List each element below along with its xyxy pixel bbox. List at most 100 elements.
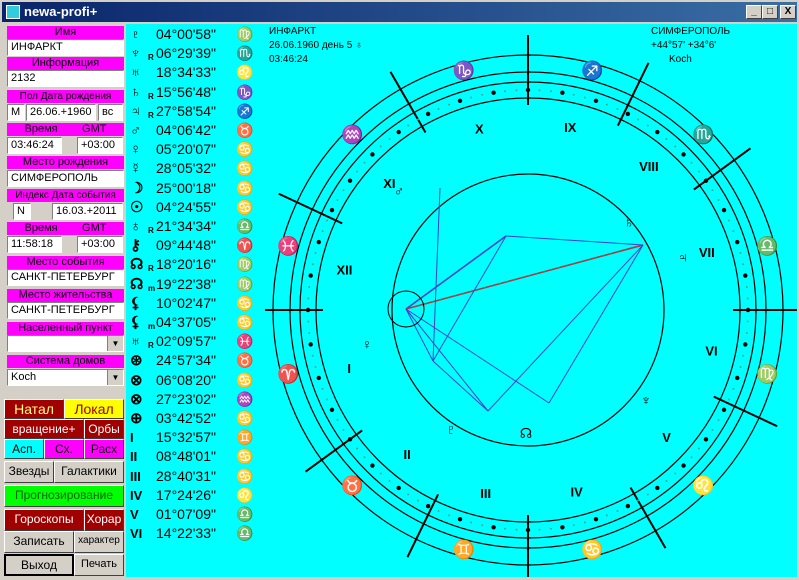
degree-dot [342, 428, 345, 431]
exit-button[interactable]: Выход [4, 554, 74, 576]
degree-dot [308, 342, 313, 347]
weekday-field[interactable]: вс [98, 104, 123, 121]
degree-dot [743, 273, 748, 278]
planet-row: ☽ 25°00'18" ♋ [126, 179, 265, 198]
retrograde-tag: R [148, 53, 154, 63]
index-field[interactable]: N [13, 203, 31, 220]
horary-button[interactable]: Хорар [84, 509, 124, 531]
degree-dot [329, 407, 335, 413]
degree-dot [363, 161, 366, 164]
event-time-field[interactable]: 11:58:18 [7, 236, 62, 253]
chart-wheel[interactable]: ♈♉♊ ♋♌♍♎♏♐♑♒♓IIIIII IVVVIVIIVIIIIXXXIXII♂♄… [265, 24, 797, 577]
zodiac-sign-glyph: ♋ [236, 314, 254, 330]
degree-dot [448, 514, 451, 517]
birthdate-label: Дата рождения [40, 91, 112, 102]
degree-dot [504, 90, 507, 93]
name-field[interactable]: ИНФАРКТ [7, 39, 124, 56]
degree-dot [425, 503, 431, 509]
degree-dot [721, 207, 727, 213]
maximize-button[interactable]: □ [762, 5, 778, 19]
planet-row: VI 14°22'33" ♎ [126, 524, 265, 543]
zodiac-sign-marker: ♊ [453, 539, 475, 560]
planet-row: ⚸ 10°02'47" ♋ [126, 294, 265, 313]
character-button[interactable]: характер [74, 531, 124, 553]
house-number: X [475, 121, 484, 136]
birthplace-label: Место рождения [7, 156, 124, 169]
aspects-button[interactable]: Асп. [4, 439, 44, 459]
degree-dot [342, 189, 345, 192]
planet-row: ⊛ 24°57'34" ♉ [126, 351, 265, 370]
planet-position: 08°48'01" [156, 448, 216, 465]
info-field[interactable]: 2132 [7, 70, 124, 87]
degree-dot [655, 129, 660, 135]
retrograde-tag: m [148, 283, 156, 293]
chevron-down-icon[interactable]: ▼ [107, 370, 123, 385]
chevron-down-icon[interactable]: ▼ [107, 336, 123, 351]
degree-dot [746, 297, 749, 300]
minimize-button[interactable]: _ [746, 5, 762, 19]
sex-field[interactable]: М [7, 104, 25, 121]
horoscopes-button[interactable]: Гороскопы [4, 509, 84, 531]
scheme-button[interactable]: Сх. [44, 439, 84, 459]
natal-button[interactable]: Натал [4, 399, 64, 419]
aspect-line [405, 308, 489, 412]
zodiac-sign-glyph: ♏ [236, 45, 254, 62]
house-number: I [347, 361, 351, 376]
planet-positions-panel: ♇ 04°00'58" ♍ ♆ R 06°29'39" ♏ ♅ 18°34'33" ♌ ♄ R 15°5… [126, 24, 265, 577]
event-gmt-field[interactable]: +03:00 [77, 236, 123, 253]
degree-dot [637, 499, 639, 502]
planet-position: 15°32'57" [156, 429, 216, 446]
galaxies-button[interactable]: Галактики [54, 461, 124, 483]
degree-dot [457, 517, 463, 522]
degree-dot [314, 252, 317, 255]
planet-glyph: ⊗ [130, 371, 143, 389]
local-button[interactable]: Локал [64, 399, 124, 419]
retrograde-tag: R [148, 91, 154, 101]
planet-glyph: III [130, 468, 141, 484]
degree-dot [583, 521, 586, 524]
birthplace-field[interactable]: СИМФЕРОПОЛЬ [7, 170, 124, 187]
planet-position: 06°08'20" [156, 371, 216, 388]
residence-label: Место жительства [7, 289, 124, 302]
degree-dot [515, 89, 518, 92]
houses-select[interactable]: Koch ▼ [7, 369, 124, 386]
birthdate-field[interactable]: 26.06.+1960 [26, 104, 96, 121]
event-place-label: Место события [7, 256, 124, 269]
degree-dot [329, 207, 335, 213]
planet-glyph: ☿ [130, 160, 142, 178]
orbs-button[interactable]: Орбы [84, 419, 124, 439]
settlement-select[interactable]: ▼ [7, 335, 124, 352]
degree-dot [417, 118, 419, 121]
zodiac-sign-glyph: ♉ [236, 122, 254, 138]
zodiac-sign-glyph: ♓ [236, 333, 254, 350]
degree-dot [457, 98, 463, 103]
gmt-field[interactable]: +03:00 [77, 137, 123, 154]
time-field[interactable]: 03:46:24 [7, 137, 62, 154]
zodiac-sign-glyph: ♋ [236, 198, 254, 215]
event-date-field[interactable]: 16.03.+2011 [52, 203, 123, 220]
degree-dot [625, 503, 631, 509]
degree-dot [743, 342, 748, 347]
event-place-field[interactable]: САНКТ-ПЕТЕРБУРГ [7, 269, 124, 286]
planet-glyph: II [130, 449, 138, 465]
planet-row: ⊕ 03°42'52" ♋ [126, 409, 265, 428]
planet-row: ♀ 05°20'07" ♋ [126, 140, 265, 159]
degree-dot [572, 93, 575, 96]
residence-field[interactable]: САНКТ-ПЕТЕРБУРГ [7, 302, 124, 319]
house-number: XII [337, 262, 353, 277]
degree-dot [745, 286, 748, 289]
degree-dot [732, 387, 735, 390]
house-number: II [404, 447, 411, 462]
close-button[interactable]: X [780, 5, 796, 19]
forecast-button[interactable]: Прогнозирование [4, 485, 124, 507]
stars-button[interactable]: Звезды [4, 461, 54, 483]
house-number: V [662, 430, 671, 445]
calc-button[interactable]: Расх [84, 439, 124, 459]
degree-dot [665, 479, 668, 482]
retrograde-tag: R [148, 110, 154, 120]
planet-position: 01°07'09" [156, 506, 216, 522]
save-button[interactable]: Записать [4, 531, 74, 553]
rotation-button[interactable]: вращение+ [4, 419, 84, 439]
degree-dot [703, 437, 709, 442]
print-button[interactable]: Печать [74, 554, 124, 576]
